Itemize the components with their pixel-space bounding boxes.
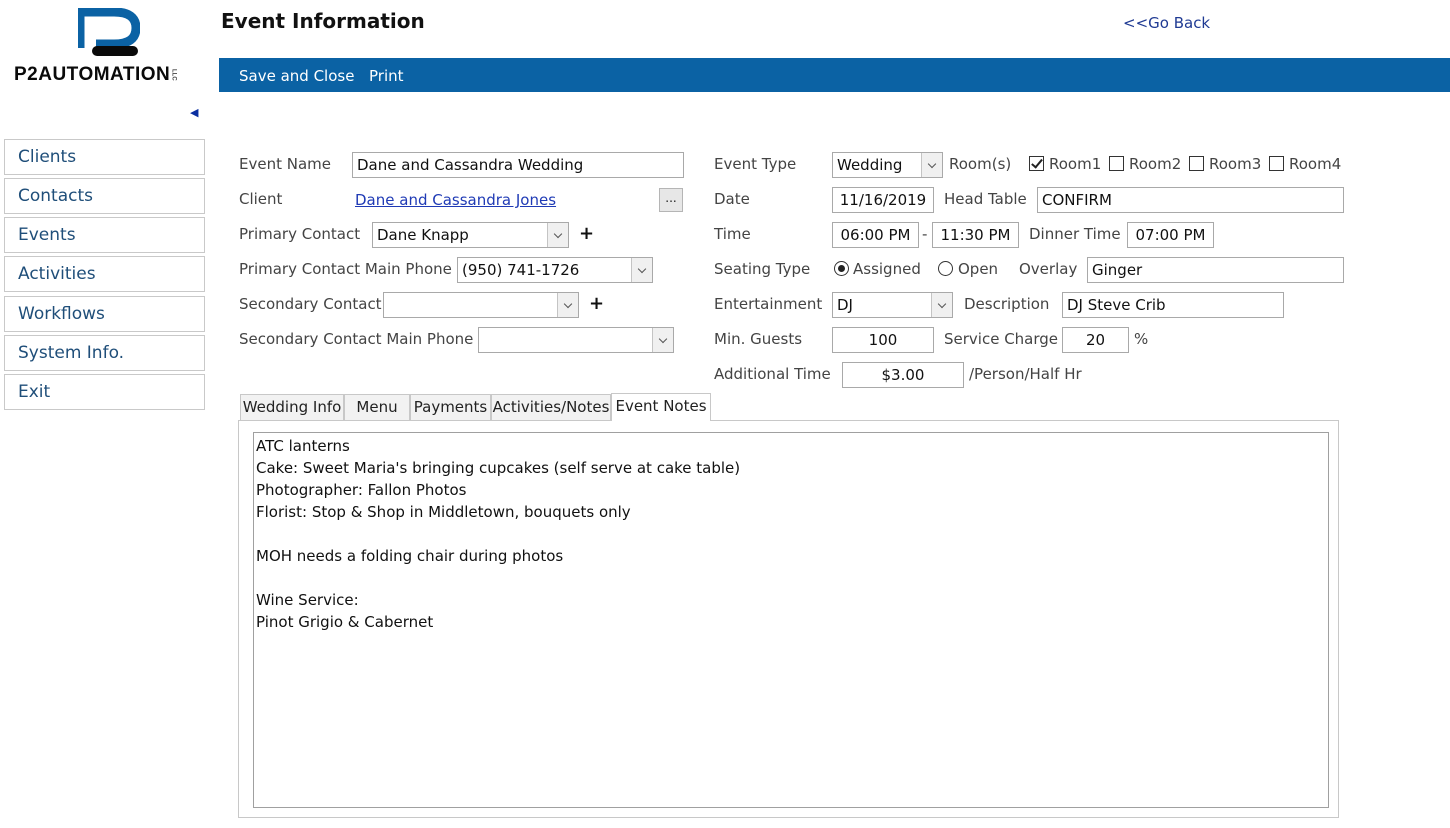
service-charge-input[interactable]: 20 <box>1062 327 1129 353</box>
room4-label: Room4 <box>1289 155 1342 173</box>
secondary-contact-label: Secondary Contact <box>239 295 382 313</box>
description-label: Description <box>964 295 1050 313</box>
sidebar-item-system-info[interactable]: System Info. <box>4 335 205 371</box>
event-type-label: Event Type <box>714 155 797 173</box>
note-line: Pinot Grigio & Cabernet <box>256 613 434 631</box>
additional-time-unit: /Person/Half Hr <box>969 365 1082 383</box>
event-type-select[interactable]: Wedding <box>832 152 943 178</box>
note-line: Florist: Stop & Shop in Middletown, bouq… <box>256 503 631 521</box>
event-notes-textarea[interactable]: ATC lanterns Cake: Sweet Maria's bringin… <box>253 432 1329 808</box>
event-name-label: Event Name <box>239 155 331 173</box>
event-name-input[interactable]: Dane and Cassandra Wedding <box>352 152 684 178</box>
entertainment-select[interactable]: DJ <box>832 292 953 318</box>
save-and-close-button[interactable]: Save and Close <box>239 67 354 85</box>
service-charge-label: Service Charge <box>944 330 1059 348</box>
room1-checkbox[interactable] <box>1029 156 1044 171</box>
min-guests-label: Min. Guests <box>714 330 803 348</box>
note-line: ATC lanterns <box>256 437 350 455</box>
client-link[interactable]: Dane and Cassandra Jones <box>355 191 556 209</box>
head-table-input[interactable]: CONFIRM <box>1037 187 1344 213</box>
logo-wordmark: P2AUTOMATIONLLC <box>14 64 177 85</box>
tab-wedding-info[interactable]: Wedding Info <box>240 394 344 421</box>
go-back-link[interactable]: <<Go Back <box>1123 14 1210 32</box>
room2-label: Room2 <box>1129 155 1182 173</box>
note-line <box>256 567 1326 589</box>
add-secondary-contact-icon[interactable]: + <box>589 293 604 314</box>
time-label: Time <box>714 225 751 243</box>
chevron-down-icon[interactable] <box>652 328 673 352</box>
sidebar-item-exit[interactable]: Exit <box>4 374 205 410</box>
note-line: Wine Service: <box>256 591 359 609</box>
tab-event-notes[interactable]: Event Notes <box>611 393 711 421</box>
secondary-phone-select[interactable] <box>478 327 674 353</box>
room1-label: Room1 <box>1049 155 1102 173</box>
primary-phone-select[interactable]: (950) 741-1726 <box>457 257 653 283</box>
dinner-time-input[interactable]: 07:00 PM <box>1127 222 1214 248</box>
start-time-input[interactable]: 06:00 PM <box>832 222 919 248</box>
additional-time-label: Additional Time <box>714 365 831 383</box>
end-time-input[interactable]: 11:30 PM <box>932 222 1019 248</box>
note-line: MOH needs a folding chair during photos <box>256 547 564 565</box>
app-logo: P2AUTOMATIONLLC <box>0 0 215 100</box>
secondary-contact-select[interactable] <box>383 292 579 318</box>
print-button[interactable]: Print <box>369 67 404 85</box>
sidebar-item-contacts[interactable]: Contacts <box>4 178 205 214</box>
time-separator: - <box>922 225 928 243</box>
seating-type-label: Seating Type <box>714 260 811 278</box>
chevron-down-icon[interactable] <box>547 223 568 247</box>
primary-phone-value: (950) 741-1726 <box>462 261 580 279</box>
note-line: Cake: Sweet Maria's bringing cupcakes (s… <box>256 459 741 477</box>
primary-contact-value: Dane Knapp <box>377 226 469 244</box>
client-browse-button[interactable]: ... <box>659 188 683 212</box>
overlay-label: Overlay <box>1019 260 1078 278</box>
date-label: Date <box>714 190 750 208</box>
room3-label: Room3 <box>1209 155 1262 173</box>
add-primary-contact-icon[interactable]: + <box>579 223 594 244</box>
sidebar-item-activities[interactable]: Activities <box>4 256 205 292</box>
page-title: Event Information <box>221 9 425 33</box>
chevron-down-icon[interactable] <box>631 258 652 282</box>
toolbar: Save and Close Print <box>219 58 1450 92</box>
primary-phone-label: Primary Contact Main Phone <box>239 260 452 278</box>
min-guests-input[interactable]: 100 <box>832 327 934 353</box>
note-line: Photographer: Fallon Photos <box>256 481 467 499</box>
secondary-phone-label: Secondary Contact Main Phone <box>239 330 474 348</box>
room2-checkbox[interactable] <box>1109 156 1124 171</box>
collapse-sidebar-icon[interactable]: ◀ <box>190 106 198 119</box>
dinner-time-label: Dinner Time <box>1029 225 1121 243</box>
note-line <box>256 523 1326 545</box>
tab-activities-notes[interactable]: Activities/Notes <box>491 394 611 421</box>
seating-open-radio[interactable] <box>938 261 953 276</box>
entertainment-label: Entertainment <box>714 295 823 313</box>
overlay-input[interactable]: Ginger <box>1087 257 1344 283</box>
client-label: Client <box>239 190 283 208</box>
tab-menu[interactable]: Menu <box>344 394 410 421</box>
head-table-label: Head Table <box>944 190 1027 208</box>
date-input[interactable]: 11/16/2019 <box>832 187 934 213</box>
p2-logo-mark-icon <box>78 8 140 56</box>
sidebar-item-events[interactable]: Events <box>4 217 205 253</box>
service-charge-unit: % <box>1134 330 1149 348</box>
chevron-down-icon[interactable] <box>557 293 578 317</box>
room4-checkbox[interactable] <box>1269 156 1284 171</box>
chevron-down-icon[interactable] <box>931 293 952 317</box>
room3-checkbox[interactable] <box>1189 156 1204 171</box>
sidebar-item-clients[interactable]: Clients <box>4 139 205 175</box>
description-input[interactable]: DJ Steve Crib <box>1062 292 1284 318</box>
seating-assigned-radio[interactable] <box>834 261 849 276</box>
rooms-label: Room(s) <box>949 155 1012 173</box>
tab-payments[interactable]: Payments <box>410 394 491 421</box>
primary-contact-select[interactable]: Dane Knapp <box>372 222 569 248</box>
seating-assigned-label: Assigned <box>853 260 921 278</box>
seating-open-label: Open <box>958 260 999 278</box>
chevron-down-icon[interactable] <box>921 153 942 177</box>
sidebar-item-workflows[interactable]: Workflows <box>4 296 205 332</box>
additional-time-input[interactable]: $3.00 <box>842 362 964 388</box>
primary-contact-label: Primary Contact <box>239 225 361 243</box>
